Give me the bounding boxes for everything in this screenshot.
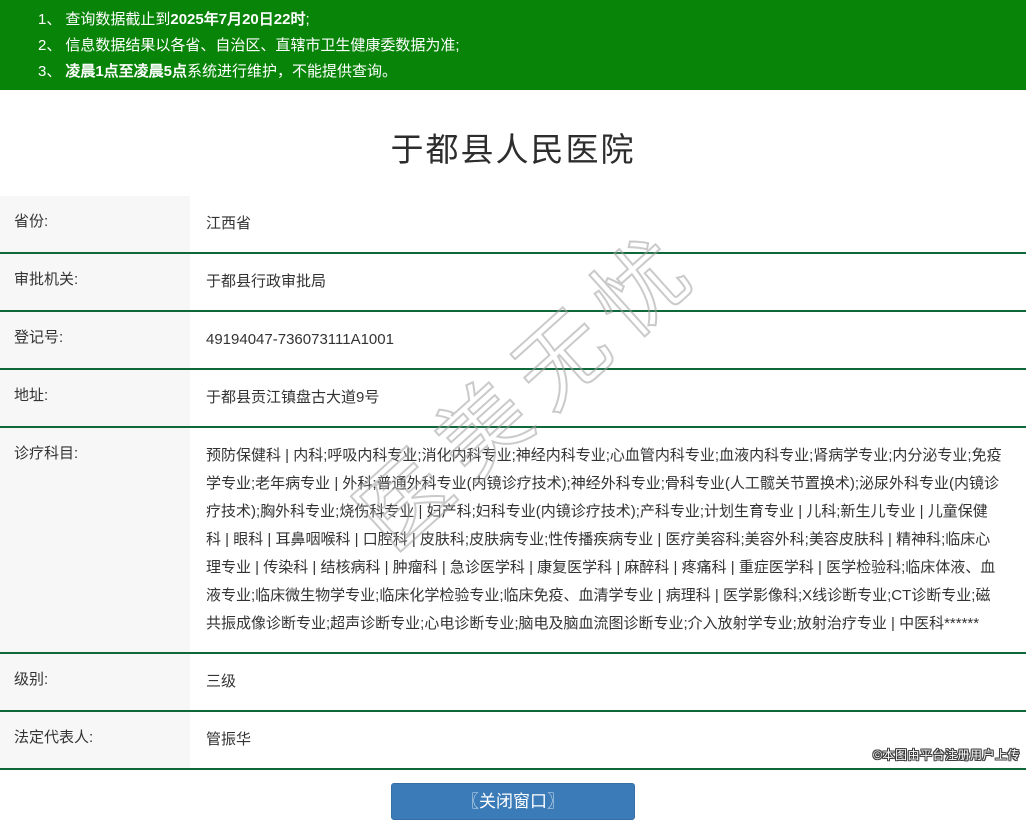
row-label-province: 省份: <box>0 196 190 252</box>
row-value-medical-subjects: 预防保健科 | 内科;呼吸内科专业;消化内科专业;神经内科专业;心血管内科专业;… <box>206 447 1002 632</box>
row-label-approval-authority: 审批机关: <box>0 254 190 310</box>
close-window-button[interactable]: 〖关闭窗口〗 <box>391 783 635 820</box>
row-value-registration-number: 49194047-736073111A1001 <box>206 331 394 348</box>
notice-line-3-number: 3、 <box>38 63 62 80</box>
notice-line-1-tail: ; <box>305 11 310 28</box>
row-label-address: 地址: <box>0 370 190 426</box>
table-row-province: 省份: 江西省 <box>0 196 1026 252</box>
page-title: 于都县人民医院 <box>390 131 636 168</box>
table-row-address: 地址: 于都县贡江镇盘古大道9号 <box>0 368 1026 426</box>
notice-line-1: 1、 查询数据截止到2025年7月20日22时; <box>38 7 1016 33</box>
row-value-approval-authority: 于都县行政审批局 <box>206 273 327 290</box>
button-bar: 〖关闭窗口〗 <box>0 783 1026 820</box>
image-attribution: ©本图由平台注册用户上传 <box>873 748 1020 762</box>
table-row-medical-subjects: 诊疗科目: 预防保健科 | 内科;呼吸内科专业;消化内科专业;神经内科专业;心血… <box>0 426 1026 652</box>
hospital-info-table: 省份: 江西省 审批机关: 于都县行政审批局 登记号: 49194047-736… <box>0 196 1026 770</box>
row-value-province: 江西省 <box>206 215 252 232</box>
row-label-medical-subjects: 诊疗科目: <box>0 428 190 652</box>
table-row-level: 级别: 三级 <box>0 652 1026 710</box>
row-value-level: 三级 <box>206 673 237 690</box>
table-row-registration-number: 登记号: 49194047-736073111A1001 <box>0 310 1026 368</box>
notice-line-1-bold: 2025年7月20日22时 <box>170 11 306 28</box>
notice-line-2-number: 2、 <box>38 37 62 54</box>
row-value-address: 于都县贡江镇盘古大道9号 <box>206 389 380 406</box>
notice-line-2-text: 信息数据结果以各省、自治区、直辖市卫生健康委数据为准; <box>65 37 460 54</box>
notice-line-2: 2、 信息数据结果以各省、自治区、直辖市卫生健康委数据为准; <box>38 33 1016 59</box>
notice-line-3-bold: 凌晨1点至凌晨5点 <box>65 63 188 80</box>
notice-line-3-tail: 系统进行维护，不能提供查询。 <box>187 63 398 80</box>
row-label-legal-representative: 法定代表人: <box>0 712 190 768</box>
row-label-registration-number: 登记号: <box>0 312 190 368</box>
notice-line-1-text: 查询数据截止到 <box>65 11 171 28</box>
row-label-level: 级别: <box>0 654 190 710</box>
notice-line-3: 3、 凌晨1点至凌晨5点系统进行维护，不能提供查询。 <box>38 59 1016 85</box>
notice-line-1-number: 1、 <box>38 11 62 28</box>
table-row-approval-authority: 审批机关: 于都县行政审批局 <box>0 252 1026 310</box>
notice-banner: 1、 查询数据截止到2025年7月20日22时; 2、 信息数据结果以各省、自治区、… <box>0 0 1026 90</box>
